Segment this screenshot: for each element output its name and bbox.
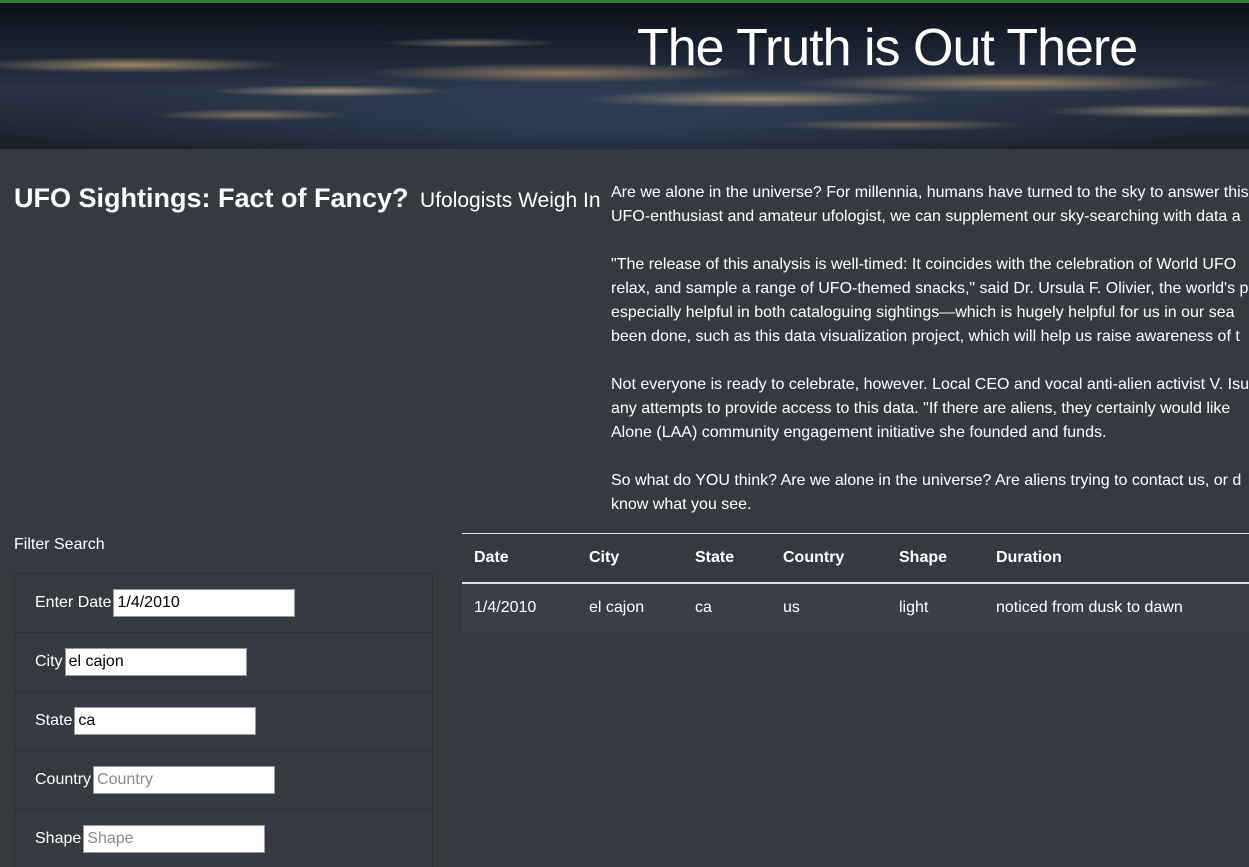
- header-state: State: [683, 533, 771, 584]
- cell-country: us: [771, 583, 887, 632]
- header-duration: Duration: [984, 533, 1249, 584]
- article-line: know what you see.: [611, 496, 752, 513]
- cell-city: el cajon: [577, 583, 683, 632]
- page: The Truth is Out There UFO Sightings: Fa…: [0, 0, 1249, 867]
- cell-duration: noticed from dusk to dawn: [984, 583, 1249, 632]
- article-text: Are we alone in the universe? For millen…: [611, 181, 1249, 541]
- ufo-table: Date City State Country Shape Duration 1…: [462, 533, 1249, 632]
- date-input[interactable]: [113, 589, 296, 617]
- date-label: Enter Date: [35, 594, 112, 611]
- filter-item-country: Country: [15, 751, 432, 810]
- ufo-table-container: Date City State Country Shape Duration 1…: [462, 533, 1249, 632]
- header-shape: Shape: [887, 533, 984, 584]
- country-input[interactable]: [93, 766, 276, 794]
- article-paragraph-1: Are we alone in the universe? For millen…: [611, 181, 1249, 229]
- hero-title: The Truth is Out There: [637, 19, 1138, 77]
- header-date: Date: [462, 533, 577, 584]
- filter-item-date: Enter Date: [15, 574, 432, 633]
- header-city: City: [577, 533, 683, 584]
- article-line: Alone (LAA) community engagement initiat…: [611, 424, 1107, 441]
- shape-label: Shape: [35, 830, 82, 847]
- cell-state: ca: [683, 583, 771, 632]
- article-line: Not everyone is ready to celebrate, howe…: [611, 376, 1249, 393]
- filter-item-shape: Shape: [15, 810, 432, 867]
- state-label: State: [35, 712, 73, 729]
- article-line: "The release of this analysis is well-ti…: [611, 256, 1237, 273]
- country-label: Country: [35, 771, 92, 788]
- city-input[interactable]: [64, 648, 247, 676]
- article-line: Are we alone in the universe? For millen…: [611, 184, 1249, 201]
- shape-input[interactable]: [83, 825, 266, 853]
- filter-list: Enter Date City State Country Shape: [14, 573, 433, 867]
- filter-item-state: State: [15, 692, 432, 751]
- article-paragraph-3: Not everyone is ready to celebrate, howe…: [611, 373, 1249, 445]
- article-line: any attempts to provide access to this d…: [611, 400, 1231, 417]
- table-header: Date City State Country Shape Duration: [462, 533, 1249, 584]
- article-line: especially helpful in both cataloguing s…: [611, 304, 1235, 321]
- page-headline: UFO Sightings: Fact of Fancy? Ufologists…: [14, 180, 601, 219]
- article-line: been done, such as this data visualizati…: [611, 328, 1240, 345]
- cell-shape: light: [887, 583, 984, 632]
- table-row: 1/4/2010 el cajon ca us light noticed fr…: [462, 583, 1249, 632]
- filter-item-city: City: [15, 633, 432, 692]
- filter-search-title: Filter Search: [14, 536, 105, 553]
- table-body: 1/4/2010 el cajon ca us light noticed fr…: [462, 583, 1249, 632]
- cell-date: 1/4/2010: [462, 583, 577, 632]
- state-input[interactable]: [74, 707, 257, 735]
- headline-subtitle: Ufologists Weigh In: [420, 189, 601, 212]
- header-country: Country: [771, 533, 887, 584]
- article-line: UFO-enthusiast and amateur ufologist, we…: [611, 208, 1241, 225]
- article-line: relax, and sample a range of UFO-themed …: [611, 280, 1249, 297]
- article-paragraph-2: "The release of this analysis is well-ti…: [611, 253, 1249, 349]
- headline-title: UFO Sightings: Fact of Fancy?: [14, 183, 409, 213]
- hero-banner: The Truth is Out There: [0, 0, 1249, 149]
- city-label: City: [35, 653, 63, 670]
- table-header-row: Date City State Country Shape Duration: [462, 533, 1249, 584]
- article-line: So what do YOU think? Are we alone in th…: [611, 472, 1242, 489]
- article-paragraph-4: So what do YOU think? Are we alone in th…: [611, 469, 1249, 517]
